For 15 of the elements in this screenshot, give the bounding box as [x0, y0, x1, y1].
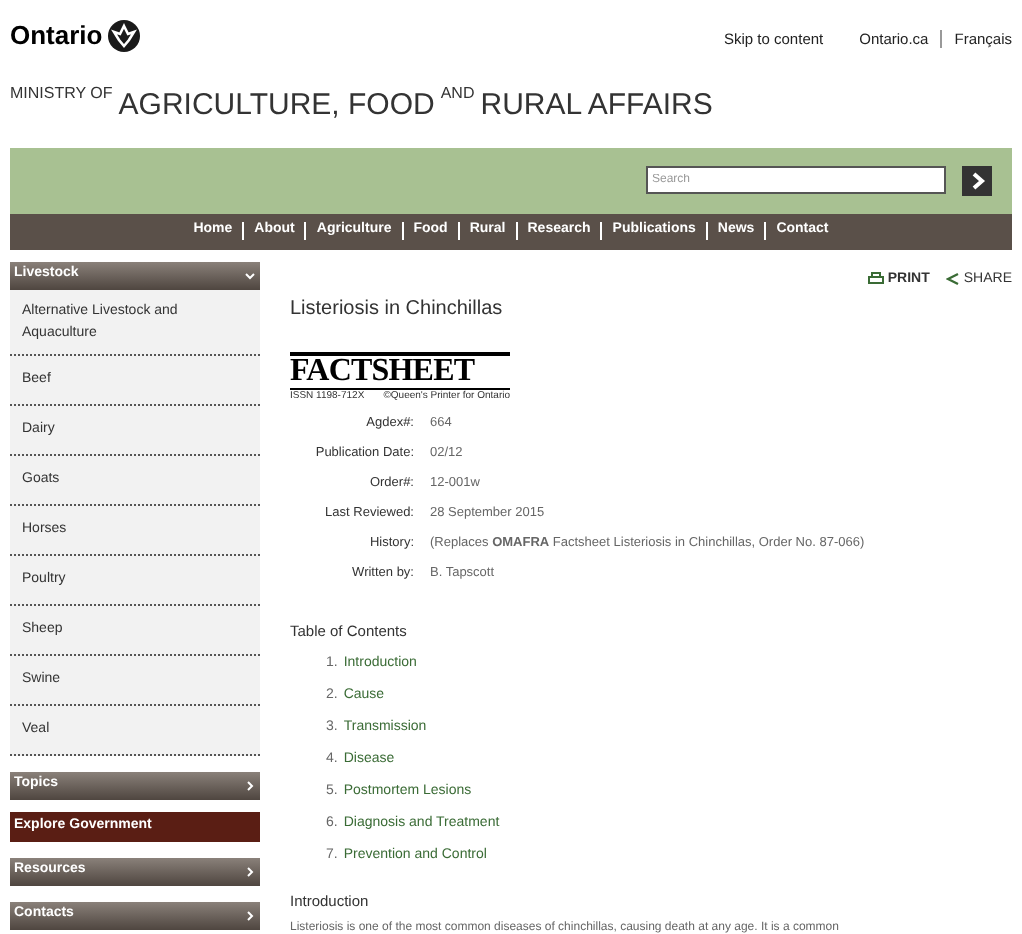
- brand-name[interactable]: Ontario: [10, 16, 103, 55]
- search-button[interactable]: [962, 165, 992, 195]
- chevron-right-icon: [244, 909, 256, 921]
- chevron-down-icon: [244, 269, 256, 281]
- trillium-logo-icon: [108, 19, 141, 52]
- chevron-right-icon: [244, 865, 256, 877]
- printer-icon: [867, 272, 884, 287]
- page-title: Listeriosis in Chinchillas: [290, 296, 505, 324]
- ministry-title: MINISTRY OF: [10, 81, 113, 105]
- share-icon: [945, 272, 960, 287]
- chevron-right-icon: [244, 779, 256, 791]
- ministry-title: RURAL AFFAIRS: [480, 89, 713, 119]
- ministry-title: AND: [440, 81, 475, 105]
- ministry-title: AGRICULTURE, FOOD: [118, 89, 435, 119]
- chevron-right-icon: [969, 171, 985, 189]
